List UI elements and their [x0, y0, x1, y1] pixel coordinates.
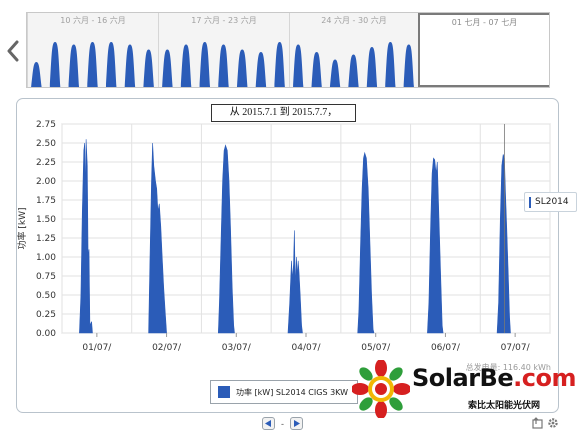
y-tick-label: 1.00 — [36, 253, 56, 263]
logo-subtitle: 索比太阳能光伏网 — [468, 401, 541, 411]
legend-label: 功率 [kW] SL2014 CIGS 3KW — [236, 387, 349, 397]
logo-wordmark: SolarBe.com — [412, 364, 576, 392]
chart-title: 从 2015.7.1 到 2015.7.7， — [211, 104, 356, 122]
y-tick-label: 2.25 — [36, 158, 56, 168]
plot-area — [61, 123, 551, 334]
series-tooltip-label: SL2014 — [535, 197, 569, 207]
x-tick-label: 05/07/ — [361, 343, 391, 353]
y-tick-label: 0.75 — [36, 272, 56, 282]
x-tick-label: 07/07/ — [501, 343, 531, 353]
y-tick-label: 0.50 — [36, 291, 56, 301]
x-tick-label: 03/07/ — [222, 343, 252, 353]
x-tick-label: 01/07/ — [82, 343, 112, 353]
triangle-right-icon — [294, 420, 300, 427]
y-tick-label: 2.75 — [36, 120, 56, 130]
x-tick-label: 02/07/ — [152, 343, 182, 353]
sunflower-icon — [352, 360, 410, 418]
y-tick-label: 1.50 — [36, 215, 56, 225]
triangle-left-icon — [265, 420, 271, 427]
logo-main-text: SolarBe — [412, 364, 514, 392]
y-tick-label: 0.25 — [36, 310, 56, 320]
y-tick-label: 0.00 — [36, 329, 56, 339]
x-tick-label: 06/07/ — [431, 343, 461, 353]
chart-legend[interactable]: 功率 [kW] SL2014 CIGS 3KW — [210, 380, 358, 404]
pager-next-button[interactable] — [290, 417, 303, 430]
y-tick-label: 1.75 — [36, 196, 56, 206]
pager-separator: - — [281, 418, 284, 429]
y-tick-label: 2.50 — [36, 139, 56, 149]
pager-prev-button[interactable] — [262, 417, 275, 430]
series-tooltip: SL2014 — [524, 192, 577, 212]
solarbe-logo: SolarBe.com 索比太阳能光伏网 — [352, 358, 577, 420]
series-color-bar — [529, 196, 531, 208]
chart-pager: - — [262, 417, 303, 430]
x-tick-label: 04/07/ — [292, 343, 322, 353]
logo-domain-text: .com — [513, 364, 576, 392]
y-axis-title: 功率 [kW] — [16, 208, 28, 250]
y-tick-label: 1.25 — [36, 234, 56, 244]
y-tick-label: 2.00 — [36, 177, 56, 187]
legend-swatch — [218, 386, 230, 398]
